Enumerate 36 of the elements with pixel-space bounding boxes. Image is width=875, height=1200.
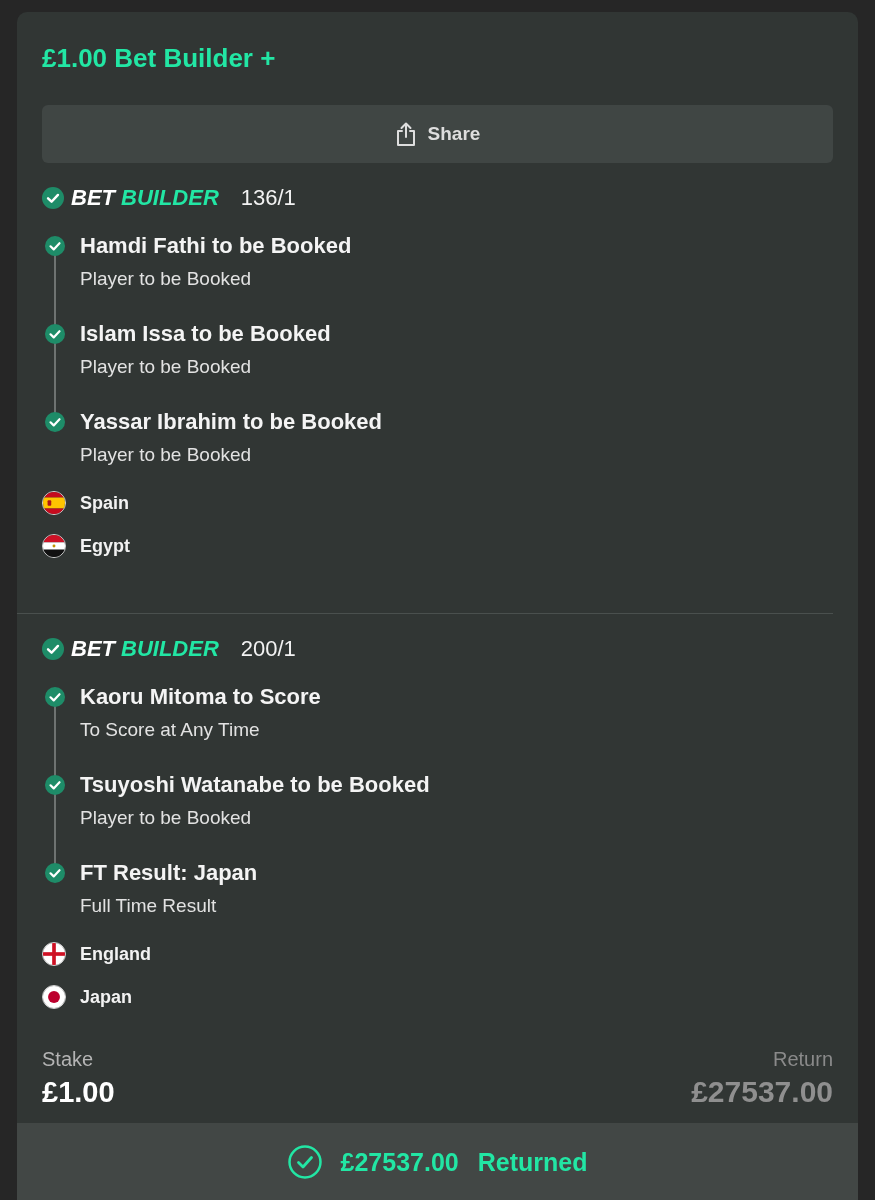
odds-text: 136/1 bbox=[240, 185, 296, 211]
team-name: Spain bbox=[80, 492, 129, 515]
logo-text: BUILDER bbox=[121, 636, 219, 662]
market-text: Player to be Booked bbox=[80, 356, 252, 378]
logo-text: BUILDER bbox=[121, 185, 219, 211]
share-button[interactable]: Share bbox=[42, 105, 833, 163]
check-circle-icon bbox=[287, 1144, 322, 1179]
selection-text: Yassar Ibrahim to be Booked bbox=[80, 409, 382, 435]
flag-icon bbox=[42, 985, 66, 1009]
market-text: Player to be Booked bbox=[80, 444, 252, 466]
share-icon bbox=[394, 121, 417, 147]
flag-icon bbox=[42, 942, 66, 966]
bet-title: £1.00 Bet Builder + bbox=[42, 43, 276, 73]
flag-icon bbox=[42, 534, 66, 558]
market-text: Player to be Booked bbox=[80, 807, 252, 829]
selection-text: Tsuyoshi Watanabe to be Booked bbox=[80, 772, 430, 798]
selection-text: Kaoru Mitoma to Score bbox=[80, 684, 321, 710]
market-text: To Score at Any Time bbox=[80, 719, 260, 741]
returned-status: Returned bbox=[477, 1146, 588, 1177]
return-label: Return bbox=[772, 1048, 833, 1070]
team-name: Egypt bbox=[80, 535, 130, 558]
stake-value: £1.00 bbox=[42, 1076, 115, 1108]
stake-label: Stake bbox=[42, 1048, 94, 1070]
selection-text: Hamdi Fathi to be Booked bbox=[80, 233, 352, 259]
flag-icon bbox=[42, 491, 66, 515]
market-text: Full Time Result bbox=[80, 895, 217, 917]
logo-text: BET bbox=[71, 185, 115, 211]
return-value: £27537.00 bbox=[691, 1076, 833, 1108]
odds-text: 200/1 bbox=[240, 636, 296, 662]
team-name: England bbox=[80, 943, 151, 966]
selection-text: Islam Issa to be Booked bbox=[80, 321, 331, 347]
returned-amount: £27537.00 bbox=[340, 1146, 459, 1177]
team-name: Japan bbox=[80, 986, 133, 1009]
logo-text: BET bbox=[71, 636, 115, 662]
market-text: Player to be Booked bbox=[80, 268, 252, 290]
selection-text: FT Result: Japan bbox=[80, 860, 258, 886]
